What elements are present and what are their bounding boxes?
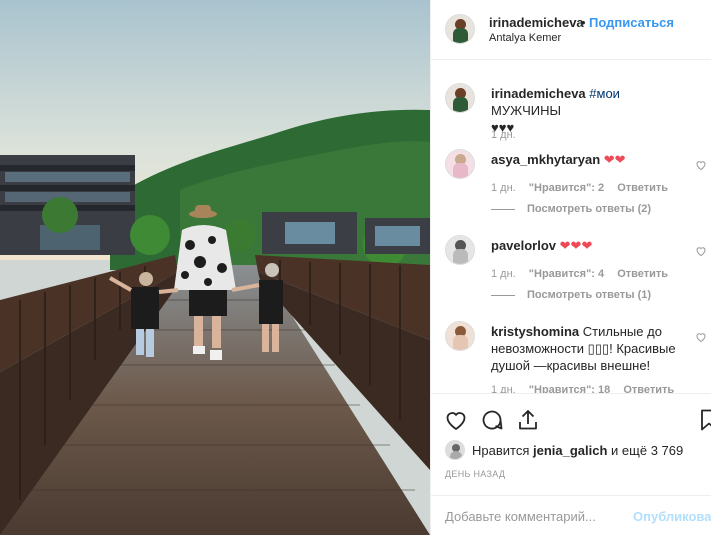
comment-like-heart-icon[interactable] bbox=[695, 245, 707, 257]
publish-button[interactable]: Опубликовать bbox=[633, 509, 711, 524]
likes-summary: Нравится jenia_galich и ещё 3 769 bbox=[445, 440, 705, 462]
likes-prefix: Нравится bbox=[472, 443, 530, 458]
hashtag-link[interactable]: #мои bbox=[589, 86, 620, 101]
bookmark-icon[interactable] bbox=[697, 408, 711, 432]
comment-time[interactable]: 1 дн. bbox=[491, 268, 516, 280]
comment-username[interactable]: asya_mkhytaryan bbox=[491, 152, 600, 167]
reply-button[interactable]: Ответить bbox=[617, 182, 668, 194]
post-date[interactable]: День назад bbox=[445, 469, 505, 479]
post-side-panel: irinademicheva • Подписаться Antalya Kem… bbox=[430, 0, 711, 535]
comment-username[interactable]: pavelorlov bbox=[491, 238, 556, 253]
view-replies-label: Посмотреть ответы (2) bbox=[527, 203, 652, 215]
separator-dot: • bbox=[581, 15, 586, 30]
comment-time[interactable]: 1 дн. bbox=[491, 182, 516, 194]
avatar[interactable] bbox=[445, 14, 475, 44]
follow-button[interactable]: Подписаться bbox=[589, 15, 674, 30]
heart-icon[interactable] bbox=[444, 408, 468, 432]
view-replies-label: Посмотреть ответы (1) bbox=[527, 289, 652, 301]
comments-list[interactable]: irinademicheva #мои МУЖЧИНЫ ♥♥♥ 1 дн. as… bbox=[431, 61, 711, 393]
post-header: irinademicheva • Подписаться Antalya Kem… bbox=[431, 0, 711, 60]
photo-scene bbox=[0, 0, 430, 535]
comment-icon[interactable] bbox=[480, 408, 504, 432]
avatar[interactable] bbox=[445, 235, 475, 265]
comment-text: pavelorlov ❤❤❤ bbox=[491, 237, 691, 254]
comment-text: kristyshomina Стильные до невозможности … bbox=[491, 323, 691, 374]
author-username[interactable]: irinademicheva bbox=[489, 15, 584, 30]
likes-count[interactable]: и ещё 3 769 bbox=[611, 443, 683, 458]
comment-likes-count[interactable]: "Нравится": 4 bbox=[529, 268, 604, 280]
comment-meta: 1 дн. "Нравится": 4 Ответить bbox=[491, 268, 678, 280]
avatar[interactable] bbox=[445, 83, 475, 113]
view-replies-button[interactable]: Посмотреть ответы (1) bbox=[491, 289, 651, 301]
location-link[interactable]: Antalya Kemer bbox=[489, 32, 561, 44]
reply-button[interactable]: Ответить bbox=[617, 268, 668, 280]
comment-text: asya_mkhytaryan ❤❤ bbox=[491, 151, 691, 168]
avatar[interactable] bbox=[445, 149, 475, 179]
caption-time[interactable]: 1 дн. bbox=[491, 129, 516, 141]
comment-hearts: ❤❤❤ bbox=[559, 238, 593, 253]
comment-likes-count[interactable]: "Нравится": 2 bbox=[529, 182, 604, 194]
replies-divider bbox=[491, 208, 515, 210]
avatar[interactable] bbox=[445, 440, 465, 460]
avatar[interactable] bbox=[445, 321, 475, 351]
comment-like-heart-icon[interactable] bbox=[695, 159, 707, 171]
post-photo[interactable] bbox=[0, 0, 430, 535]
comment-input[interactable] bbox=[445, 506, 625, 526]
comment-meta: 1 дн. "Нравится": 2 Ответить bbox=[491, 182, 678, 194]
comment-like-heart-icon[interactable] bbox=[695, 331, 707, 343]
caption-meta: 1 дн. bbox=[491, 129, 526, 141]
comment-hearts: ❤❤ bbox=[603, 152, 626, 167]
share-icon[interactable] bbox=[516, 408, 540, 432]
comment-time[interactable]: 1 дн. bbox=[491, 384, 516, 393]
add-comment-bar: Опубликовать bbox=[431, 495, 711, 535]
comment-meta: 1 дн. "Нравится": 18 Ответить bbox=[491, 384, 684, 393]
replies-divider bbox=[491, 294, 515, 296]
action-bar bbox=[431, 393, 711, 433]
reply-button[interactable]: Ответить bbox=[623, 384, 674, 393]
caption-username[interactable]: irinademicheva bbox=[491, 86, 586, 101]
caption-body: МУЖЧИНЫ bbox=[491, 103, 561, 118]
likes-text: Нравится jenia_galich и ещё 3 769 bbox=[472, 443, 683, 458]
comment-likes-count[interactable]: "Нравится": 18 bbox=[529, 384, 610, 393]
view-replies-button[interactable]: Посмотреть ответы (2) bbox=[491, 203, 651, 215]
likes-user[interactable]: jenia_galich bbox=[533, 443, 607, 458]
comment-username[interactable]: kristyshomina bbox=[491, 324, 579, 339]
